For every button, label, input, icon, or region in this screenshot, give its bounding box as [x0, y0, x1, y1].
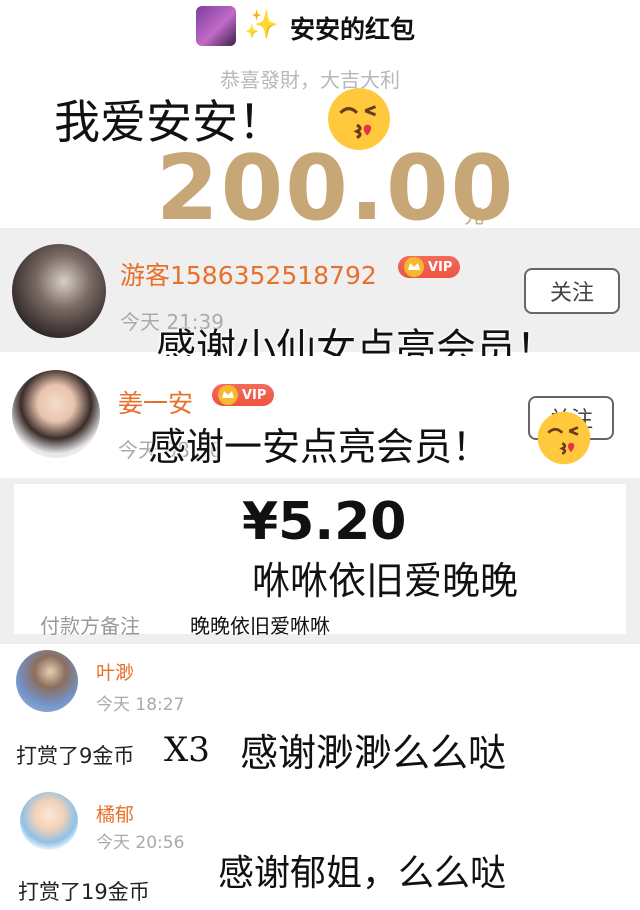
reward1-caption: 感谢渺渺么么哒: [240, 731, 507, 775]
user1-follow-button[interactable]: 关注: [524, 268, 620, 314]
user2-name: 姜一安: [118, 389, 194, 418]
reward1-name: 叶渺: [96, 662, 135, 684]
reward1-text: 打赏了9金币: [16, 744, 135, 768]
caption-user2: 感谢一安点亮会员！: [148, 425, 491, 469]
payment-caption: 咻咻依旧爱晚晚: [252, 559, 519, 603]
remark-value: 晚晚依旧爱咻咻: [190, 614, 330, 638]
amount-value: 200.00: [156, 136, 516, 241]
payment-amount: ¥5.20: [242, 492, 407, 552]
user1-name: 游客1586352518792: [120, 261, 377, 290]
remark-label: 付款方备注: [40, 614, 140, 638]
reward1-avatar[interactable]: [16, 650, 78, 712]
page-title: 安安的红包: [290, 15, 416, 44]
reward2-item: 橘郁 今天 20:56 感谢郁姐，么么哒 打赏了19金币: [0, 782, 640, 910]
reward2-name: 橘郁: [96, 804, 135, 826]
kissing-emoji-icon: [537, 411, 591, 465]
user1-avatar[interactable]: [12, 244, 106, 338]
vip-label: VIP: [242, 387, 267, 403]
vip-label: VIP: [428, 259, 453, 275]
crown-icon: [218, 385, 238, 405]
amount-unit: 元: [464, 204, 484, 228]
reward2-caption: 感谢郁姐，么么哒: [218, 853, 507, 894]
payment-card: ¥5.20 咻咻依旧爱晚晚 付款方备注 晚晚依旧爱咻咻: [14, 484, 626, 638]
user2-avatar[interactable]: [12, 370, 100, 458]
user1-panel: 游客1586352518792 VIP 今天 21:39 关注 感谢小仙女点亮会…: [0, 228, 640, 372]
user1-vip-badge: VIP: [398, 256, 461, 282]
crown-icon: [404, 257, 424, 277]
reward2-text: 打赏了19金币: [18, 880, 150, 904]
reward1-time: 今天 18:27: [96, 695, 185, 715]
reward2-time: 今天 20:56: [96, 833, 185, 853]
user2-vip-badge: VIP: [212, 384, 275, 410]
sparkle-icon: ✨: [244, 8, 279, 41]
payment-panel: ¥5.20 咻咻依旧爱晚晚 付款方备注 晚晚依旧爱咻咻: [0, 478, 640, 644]
user2-panel: 姜一安 VIP 今天 08:36 关注 感谢一安点亮会员！: [0, 356, 640, 470]
reward1-item: 叶渺 今天 18:27 打赏了9金币 X3 感谢渺渺么么哒: [0, 644, 640, 782]
reward2-avatar[interactable]: [20, 792, 78, 850]
header: ✨ 安安的红包: [0, 0, 640, 58]
header-avatar: [196, 6, 236, 46]
reward1-multiplier: X3: [164, 730, 210, 770]
